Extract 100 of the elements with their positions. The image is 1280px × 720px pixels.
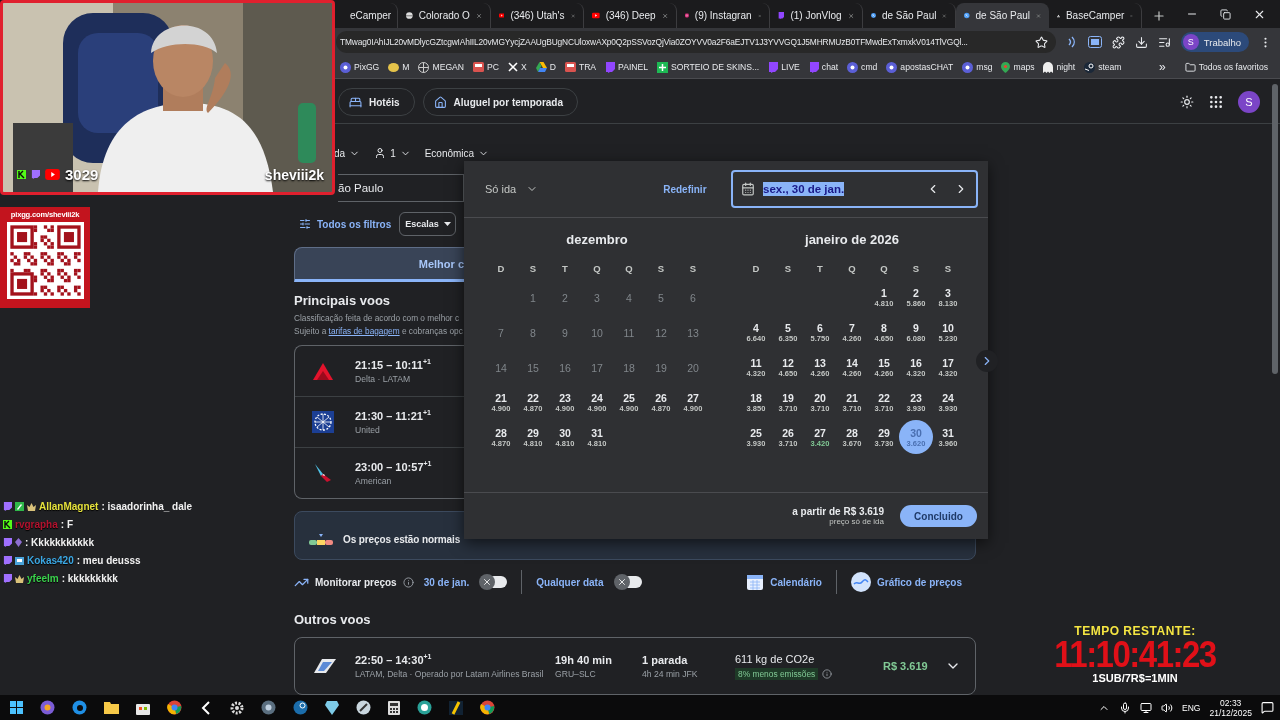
star-icon[interactable] [1034, 35, 1048, 49]
notification-icon[interactable] [1261, 701, 1274, 714]
circle-icon [340, 61, 351, 73]
sun-icon[interactable] [1180, 95, 1194, 109]
restore-icon[interactable] [1220, 8, 1231, 20]
weekday-label: S [783, 262, 793, 274]
bookmark[interactable]: msg [962, 61, 993, 73]
flight-times: 23:00 – 10:57$^{+1}$ [355, 460, 432, 473]
apps-icon[interactable] [1208, 94, 1224, 110]
cabin-dropdown[interactable]: Econômica [424, 147, 490, 159]
origin-field[interactable]: ão Paulo [338, 174, 464, 202]
info-icon[interactable] [402, 576, 414, 588]
browser-icon[interactable] [167, 700, 182, 715]
bookmark[interactable]: PC [473, 62, 499, 72]
media-icon[interactable] [1157, 35, 1171, 49]
new-tab-icon[interactable] [1152, 9, 1166, 23]
app-icon[interactable] [417, 700, 432, 715]
bookmark[interactable]: M [388, 62, 410, 72]
calculator-icon[interactable] [388, 700, 400, 715]
microphone-icon[interactable] [1119, 701, 1132, 714]
bookmark[interactable]: X [507, 62, 527, 72]
emissions: 611 kg de CO2e [735, 652, 816, 665]
weekday-label: S [656, 262, 666, 274]
price-note: preço só de ida [829, 517, 884, 526]
extension-icon[interactable] [1087, 36, 1102, 48]
info-icon[interactable] [822, 668, 833, 679]
wave-icon[interactable] [1065, 36, 1078, 48]
calendar-button[interactable]: Calendário [746, 573, 822, 591]
stops: 1 parada [642, 653, 689, 666]
bookmark[interactable]: SORTEIO DE SKINS... [657, 61, 760, 73]
chat-bubble-icon [768, 61, 779, 73]
flight-row[interactable]: 21:30 – 11:21$^{+1}$ United [295, 397, 464, 448]
bookmark[interactable]: TRA [564, 62, 597, 72]
chart-icon [850, 572, 871, 592]
weekday-label: S [688, 262, 698, 274]
profile-button[interactable]: S Trabalho [1180, 32, 1249, 52]
browser-tab[interactable]: de São Paul [956, 3, 1049, 28]
any-date-toggle[interactable] [615, 576, 642, 588]
reset-link[interactable]: Redefinir [663, 183, 707, 195]
windows-icon[interactable] [10, 701, 23, 714]
browser-icon[interactable] [72, 700, 87, 715]
language-indicator[interactable]: ENG [1182, 702, 1201, 713]
address-bar[interactable]: TMwag0IAhIJL20vMDlycGZtcgwIAhIIL20vMGYycjZAAUgBUgNCUloxwAXp0Q2pSSVozQjVia0ZOYVV0a2F6aEJTV1J3YVVGQ1J5MHRMUzB0TFMwdExTxmxkV014TlVGQl... [336, 31, 1056, 53]
baggage-link[interactable]: tarifas de bagagem [328, 326, 400, 336]
download-icon[interactable] [1134, 35, 1148, 49]
bookmark[interactable]: D [535, 62, 556, 72]
weekday-label: Q [847, 262, 857, 274]
puzzle-icon[interactable] [1111, 35, 1125, 49]
bookmark[interactable]: MEGAN [418, 61, 464, 73]
account-avatar[interactable]: S [1238, 91, 1260, 113]
app-icon[interactable] [40, 700, 55, 715]
video-play-icon [499, 11, 505, 20]
app-icon[interactable] [261, 700, 276, 715]
bookmark[interactable]: chat [808, 61, 839, 73]
done-button[interactable]: Concluido [900, 505, 977, 527]
timer-title: TEMPO RESTANTE: [1074, 624, 1196, 638]
scrollbar[interactable] [1272, 84, 1278, 374]
all-filters-button[interactable]: Todos os filtros [299, 218, 392, 230]
more-bookmarks[interactable]: » [1159, 60, 1166, 74]
person-icon [374, 147, 387, 159]
flight-duration: 19h 40 min [555, 653, 613, 666]
bookmark[interactable]: PAINEL [605, 61, 649, 73]
x-mark-icon [507, 62, 518, 72]
track-date-toggle[interactable] [481, 576, 508, 588]
circle-icon [847, 61, 859, 73]
layover: 4h 24 min JFK [642, 668, 699, 679]
bookmark[interactable]: steam [1084, 61, 1122, 73]
plane-icon [964, 10, 970, 21]
map-pin-icon [1001, 61, 1011, 73]
app-icon[interactable] [356, 700, 371, 715]
passengers-dropdown[interactable]: 1 [374, 147, 411, 159]
stops-dropdown[interactable]: Escalas [399, 212, 456, 236]
bookmark[interactable]: maps [1001, 61, 1035, 73]
bookmarks-folder[interactable]: Todos os favoritos [1184, 61, 1268, 73]
ranking-note: Classificação feita de acordo com o melhor c [294, 313, 460, 324]
trip-type-dropdown[interactable]: Só ida [485, 183, 539, 195]
ghost-icon [1043, 61, 1054, 73]
sort-tab[interactable]: Melhor c [294, 247, 464, 282]
bookmark[interactable]: night [1043, 61, 1076, 73]
bookmark[interactable]: cmd [847, 61, 878, 73]
date-field[interactable]: sex., 30 de jan. [731, 170, 978, 208]
bookmark[interactable]: LIVE [768, 61, 800, 73]
network-icon[interactable] [1140, 701, 1153, 714]
plane-icon [871, 10, 876, 21]
flight-row[interactable]: 23:00 – 10:57$^{+1}$ American [295, 448, 464, 498]
app-icon[interactable] [325, 700, 339, 715]
browser-icon[interactable] [480, 700, 495, 715]
plus-square-icon [657, 61, 669, 73]
flight-times: 21:30 – 11:21$^{+1}$ [355, 409, 431, 422]
bookmark[interactable]: apostasCHAT [886, 61, 954, 73]
volume-icon[interactable] [1161, 701, 1174, 714]
weekday-label: Q [879, 262, 889, 274]
any-date-label: Qualquer data [536, 576, 604, 588]
app-icon[interactable] [449, 700, 463, 715]
badge-icon [15, 556, 24, 565]
bookmark[interactable]: PixGG [340, 61, 380, 73]
price-graph-button[interactable]: Gráfico de preços [850, 572, 962, 592]
gear-icon[interactable] [230, 700, 244, 715]
folder-icon[interactable] [104, 701, 119, 714]
calendar-icon [741, 182, 755, 196]
